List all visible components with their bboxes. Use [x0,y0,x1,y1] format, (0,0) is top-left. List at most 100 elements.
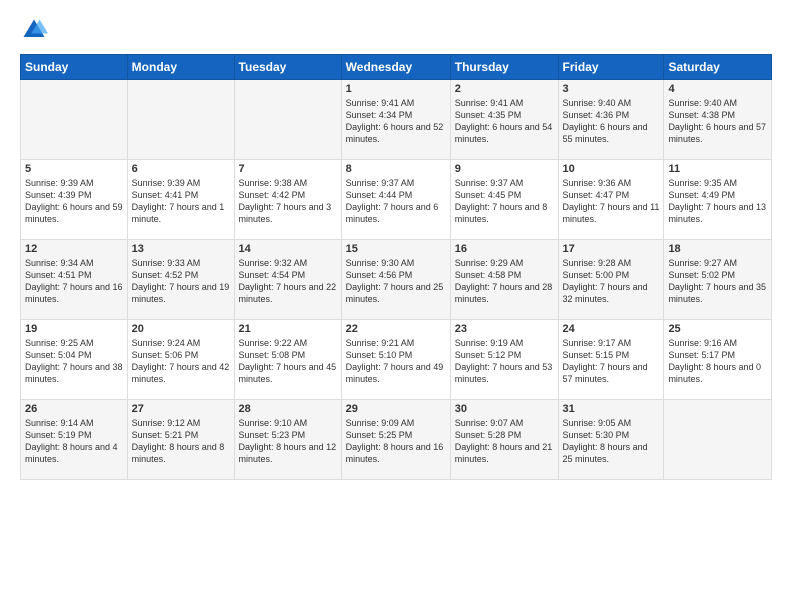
day-info: Sunrise: 9:35 AM Sunset: 4:49 PM Dayligh… [668,177,767,226]
calendar-cell: 14Sunrise: 9:32 AM Sunset: 4:54 PM Dayli… [234,240,341,320]
calendar-cell [234,80,341,160]
day-number: 1 [346,83,446,95]
day-info: Sunrise: 9:34 AM Sunset: 4:51 PM Dayligh… [25,257,123,306]
day-number: 7 [239,163,337,175]
calendar-cell: 4 Sunrise: 9:40 AM Sunset: 4:38 PM Daylig… [664,80,772,160]
day-number: 6 [132,163,230,175]
day-info: Sunrise: 9:27 AM Sunset: 5:02 PM Dayligh… [668,257,767,306]
day-info: Sunrise: 9:41 AM Sunset: 4:35 PM Dayligh… [455,97,554,146]
day-number: 23 [455,323,554,335]
header [20,16,772,44]
calendar-cell [127,80,234,160]
calendar-cell: 24Sunrise: 9:17 AM Sunset: 5:15 PM Dayli… [558,320,664,400]
calendar-cell: 25Sunrise: 9:16 AM Sunset: 5:17 PM Dayli… [664,320,772,400]
day-number: 9 [455,163,554,175]
day-info: Sunrise: 9:19 AM Sunset: 5:12 PM Dayligh… [455,337,554,386]
day-info: Sunrise: 9:33 AM Sunset: 4:52 PM Dayligh… [132,257,230,306]
day-number: 26 [25,403,123,415]
day-info: Sunrise: 9:14 AM Sunset: 5:19 PM Dayligh… [25,417,123,466]
calendar-table: SundayMondayTuesdayWednesdayThursdayFrid… [20,54,772,480]
day-number: 8 [346,163,446,175]
calendar-cell: 28 Sunrise: 9:10 AM Sunset: 5:23 PM Dayli… [234,400,341,480]
day-info: Sunrise: 9:21 AM Sunset: 5:10 PM Dayligh… [346,337,446,386]
calendar-cell: 23 Sunrise: 9:19 AM Sunset: 5:12 PM Dayli… [450,320,558,400]
day-info: Sunrise: 9:22 AM Sunset: 5:08 PM Dayligh… [239,337,337,386]
logo-icon [20,16,48,44]
calendar-cell: 19Sunrise: 9:25 AM Sunset: 5:04 PM Dayli… [21,320,128,400]
day-info: Sunrise: 9:39 AM Sunset: 4:39 PM Dayligh… [25,177,123,226]
weekday-header: Wednesday [341,55,450,80]
calendar-cell: 1 Sunrise: 9:41 AM Sunset: 4:34 PM Daylig… [341,80,450,160]
calendar-cell: 29Sunrise: 9:09 AM Sunset: 5:25 PM Dayli… [341,400,450,480]
weekday-header-row: SundayMondayTuesdayWednesdayThursdayFrid… [21,55,772,80]
day-info: Sunrise: 9:30 AM Sunset: 4:56 PM Dayligh… [346,257,446,306]
calendar-cell: 7 Sunrise: 9:38 AM Sunset: 4:42 PM Daylig… [234,160,341,240]
day-number: 22 [346,323,446,335]
day-number: 2 [455,83,554,95]
calendar-cell: 3 Sunrise: 9:40 AM Sunset: 4:36 PM Daylig… [558,80,664,160]
calendar-cell: 21 Sunrise: 9:22 AM Sunset: 5:08 PM Dayli… [234,320,341,400]
day-number: 29 [346,403,446,415]
day-info: Sunrise: 9:10 AM Sunset: 5:23 PM Dayligh… [239,417,337,466]
calendar-cell: 16 Sunrise: 9:29 AM Sunset: 4:58 PM Dayli… [450,240,558,320]
calendar-cell: 30 Sunrise: 9:07 AM Sunset: 5:28 PM Dayli… [450,400,558,480]
calendar-week-row: 19Sunrise: 9:25 AM Sunset: 5:04 PM Dayli… [21,320,772,400]
calendar-cell: 2 Sunrise: 9:41 AM Sunset: 4:35 PM Daylig… [450,80,558,160]
calendar-cell: 9 Sunrise: 9:37 AM Sunset: 4:45 PM Daylig… [450,160,558,240]
day-info: Sunrise: 9:25 AM Sunset: 5:04 PM Dayligh… [25,337,123,386]
weekday-header: Monday [127,55,234,80]
logo [20,16,52,44]
day-number: 21 [239,323,337,335]
calendar-cell: 11 Sunrise: 9:35 AM Sunset: 4:49 PM Dayli… [664,160,772,240]
calendar-week-row: 5Sunrise: 9:39 AM Sunset: 4:39 PM Daylig… [21,160,772,240]
day-number: 11 [668,163,767,175]
day-info: Sunrise: 9:38 AM Sunset: 4:42 PM Dayligh… [239,177,337,226]
day-info: Sunrise: 9:37 AM Sunset: 4:44 PM Dayligh… [346,177,446,226]
day-number: 4 [668,83,767,95]
day-info: Sunrise: 9:32 AM Sunset: 4:54 PM Dayligh… [239,257,337,306]
day-info: Sunrise: 9:29 AM Sunset: 4:58 PM Dayligh… [455,257,554,306]
calendar-week-row: 1 Sunrise: 9:41 AM Sunset: 4:34 PM Daylig… [21,80,772,160]
weekday-header: Tuesday [234,55,341,80]
calendar-cell: 18 Sunrise: 9:27 AM Sunset: 5:02 PM Dayli… [664,240,772,320]
day-number: 3 [563,83,660,95]
calendar-cell: 17 Sunrise: 9:28 AM Sunset: 5:00 PM Dayli… [558,240,664,320]
day-number: 28 [239,403,337,415]
calendar-cell: 10 Sunrise: 9:36 AM Sunset: 4:47 PM Dayli… [558,160,664,240]
day-number: 30 [455,403,554,415]
calendar-cell: 12 Sunrise: 9:34 AM Sunset: 4:51 PM Dayli… [21,240,128,320]
calendar-cell: 31Sunrise: 9:05 AM Sunset: 5:30 PM Dayli… [558,400,664,480]
day-info: Sunrise: 9:05 AM Sunset: 5:30 PM Dayligh… [563,417,660,466]
day-number: 25 [668,323,767,335]
day-info: Sunrise: 9:41 AM Sunset: 4:34 PM Dayligh… [346,97,446,146]
day-info: Sunrise: 9:24 AM Sunset: 5:06 PM Dayligh… [132,337,230,386]
day-number: 20 [132,323,230,335]
calendar-cell: 8 Sunrise: 9:37 AM Sunset: 4:44 PM Daylig… [341,160,450,240]
day-info: Sunrise: 9:36 AM Sunset: 4:47 PM Dayligh… [563,177,660,226]
calendar-cell: 15Sunrise: 9:30 AM Sunset: 4:56 PM Dayli… [341,240,450,320]
calendar-cell: 20 Sunrise: 9:24 AM Sunset: 5:06 PM Dayli… [127,320,234,400]
calendar-cell [21,80,128,160]
calendar-week-row: 12 Sunrise: 9:34 AM Sunset: 4:51 PM Dayli… [21,240,772,320]
day-info: Sunrise: 9:37 AM Sunset: 4:45 PM Dayligh… [455,177,554,226]
calendar-cell: 27Sunrise: 9:12 AM Sunset: 5:21 PM Dayli… [127,400,234,480]
weekday-header: Friday [558,55,664,80]
day-number: 13 [132,243,230,255]
day-number: 18 [668,243,767,255]
weekday-header: Sunday [21,55,128,80]
day-number: 16 [455,243,554,255]
page: SundayMondayTuesdayWednesdayThursdayFrid… [0,0,792,612]
day-number: 10 [563,163,660,175]
calendar-cell: 26 Sunrise: 9:14 AM Sunset: 5:19 PM Dayli… [21,400,128,480]
calendar-week-row: 26 Sunrise: 9:14 AM Sunset: 5:19 PM Dayli… [21,400,772,480]
day-number: 12 [25,243,123,255]
day-info: Sunrise: 9:07 AM Sunset: 5:28 PM Dayligh… [455,417,554,466]
day-info: Sunrise: 9:40 AM Sunset: 4:38 PM Dayligh… [668,97,767,146]
day-number: 24 [563,323,660,335]
day-number: 17 [563,243,660,255]
day-info: Sunrise: 9:39 AM Sunset: 4:41 PM Dayligh… [132,177,230,226]
calendar-cell: 5Sunrise: 9:39 AM Sunset: 4:39 PM Daylig… [21,160,128,240]
day-info: Sunrise: 9:28 AM Sunset: 5:00 PM Dayligh… [563,257,660,306]
calendar-cell: 22 Sunrise: 9:21 AM Sunset: 5:10 PM Dayli… [341,320,450,400]
day-info: Sunrise: 9:40 AM Sunset: 4:36 PM Dayligh… [563,97,660,146]
